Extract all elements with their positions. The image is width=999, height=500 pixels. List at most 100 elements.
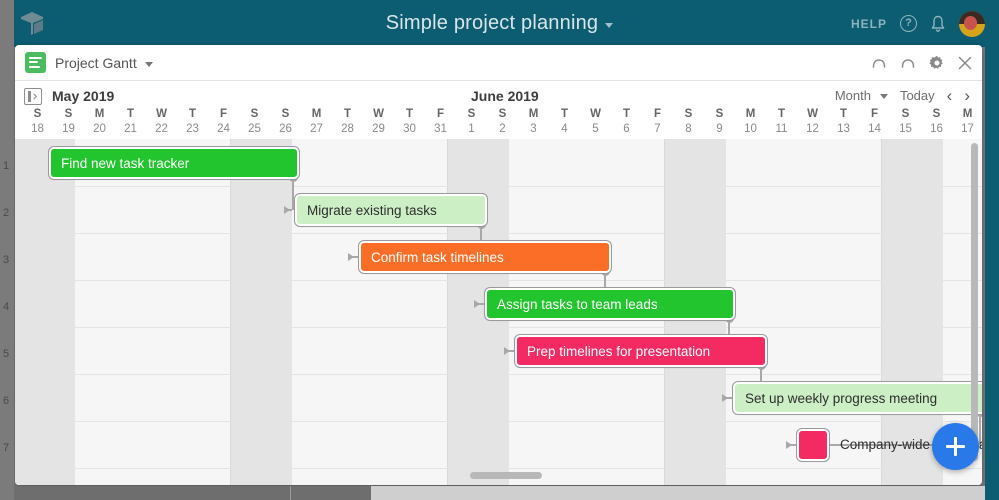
add-task-button[interactable] xyxy=(932,423,979,470)
week-gridline xyxy=(446,139,448,485)
row-number: 7 xyxy=(3,442,10,454)
day-column-31: F 31 xyxy=(425,107,456,137)
grid-column-28 xyxy=(322,139,354,485)
row-gridline xyxy=(15,233,982,234)
week-gridline xyxy=(229,139,231,485)
day-column-20: M 20 xyxy=(84,107,115,137)
day-number-label: 15 xyxy=(899,123,912,135)
day-number-label: 10 xyxy=(744,123,757,135)
vertical-scrollbar[interactable] xyxy=(971,143,978,461)
day-column-14: F 14 xyxy=(859,107,890,137)
task-bar[interactable]: Set up weekly progress meeting xyxy=(732,381,982,415)
panel-header-actions xyxy=(871,45,972,81)
day-number-label: 13 xyxy=(837,123,850,135)
grid-column-25 xyxy=(229,139,261,485)
task-bar[interactable] xyxy=(796,428,830,462)
undo-icon[interactable] xyxy=(871,56,887,70)
day-column-13: T 13 xyxy=(828,107,859,137)
gantt-panel: Project Gantt May 2019 June 2019 Month T… xyxy=(15,45,982,485)
day-of-week-label: W xyxy=(156,108,167,120)
chevron-down-icon[interactable] xyxy=(605,23,614,28)
day-number-label: 23 xyxy=(186,123,199,135)
task-bar[interactable]: Assign tasks to team leads xyxy=(484,287,736,321)
bell-icon[interactable] xyxy=(930,15,946,33)
grid-column-26 xyxy=(260,139,292,485)
day-number-label: 22 xyxy=(155,123,168,135)
task-bar-label: Assign tasks to team leads xyxy=(497,296,658,312)
grid-column-27 xyxy=(291,139,323,485)
chevron-down-icon[interactable] xyxy=(144,61,153,67)
day-of-week-label: M xyxy=(94,108,105,120)
close-icon[interactable] xyxy=(958,56,972,70)
day-number-label: 1 xyxy=(468,123,475,135)
day-of-week-label: M xyxy=(311,108,322,120)
month-label-june: June 2019 xyxy=(471,88,539,104)
row-gridline xyxy=(15,468,982,469)
page-scrollbar[interactable] xyxy=(0,486,999,500)
task-bar[interactable]: Migrate existing tasks xyxy=(294,193,488,227)
day-of-week-label: T xyxy=(126,108,135,120)
help-link[interactable]: HELP xyxy=(851,17,887,31)
cube-logo-icon[interactable] xyxy=(18,10,46,37)
day-column-30: T 30 xyxy=(394,107,425,137)
horizontal-scrollbar[interactable] xyxy=(470,472,542,479)
day-of-week-label: S xyxy=(684,108,693,120)
redo-icon[interactable] xyxy=(900,56,916,70)
day-number-label: 11 xyxy=(775,123,788,135)
day-of-week-label: T xyxy=(777,108,786,120)
page-scrollbar-thumb[interactable] xyxy=(0,486,371,500)
day-of-week-label: T xyxy=(405,108,414,120)
grid-column-11 xyxy=(756,139,788,485)
row-gridline xyxy=(15,280,982,281)
grid-column-15 xyxy=(880,139,912,485)
day-of-week-label: S xyxy=(715,108,724,120)
task-bar-label: Prep timelines for presentation xyxy=(527,343,711,359)
question-circle-icon[interactable]: ? xyxy=(900,15,917,32)
day-number-label: 7 xyxy=(654,123,661,135)
day-column-29: W 29 xyxy=(363,107,394,137)
today-button[interactable]: Today xyxy=(900,88,935,103)
zoom-level-select[interactable]: Month xyxy=(835,88,888,103)
task-bar[interactable]: Find new task tracker xyxy=(48,146,300,180)
month-label-may: May 2019 xyxy=(52,88,115,104)
day-column-5: W5 xyxy=(580,107,611,137)
dependency-vline xyxy=(292,179,294,210)
day-number-label: 5 xyxy=(592,123,599,135)
row-gridline xyxy=(15,327,982,328)
day-column-25: S 25 xyxy=(239,107,270,137)
day-column-28: T 28 xyxy=(332,107,363,137)
gantt-grid[interactable]: Find new task tracker Migrate existing ta… xyxy=(15,139,982,485)
dependency-arrow-icon xyxy=(504,346,510,355)
day-number-label: 2 xyxy=(499,123,506,135)
row-number-gutter: 1 2 3 4 5 6 7 xyxy=(0,0,14,500)
day-number-label: 12 xyxy=(806,123,819,135)
gear-icon[interactable] xyxy=(929,55,945,71)
collapse-panel-icon[interactable] xyxy=(24,88,42,105)
day-number-label: 17 xyxy=(961,123,974,135)
day-of-week-label: M xyxy=(962,108,973,120)
day-column-10: M 10 xyxy=(735,107,766,137)
chevron-right-icon[interactable]: › xyxy=(964,87,970,104)
task-bar[interactable]: Confirm task timelines xyxy=(358,240,612,274)
grid-column-22 xyxy=(136,139,168,485)
avatar[interactable] xyxy=(959,10,985,37)
day-column-9: S9 xyxy=(704,107,735,137)
day-number-label: 25 xyxy=(248,123,261,135)
day-of-week-label: W xyxy=(590,108,601,120)
app-root: Simple project planning HELP ? Project G… xyxy=(0,0,999,500)
day-number-label: 6 xyxy=(623,123,630,135)
day-number-label: 31 xyxy=(434,123,447,135)
day-of-week-label: S xyxy=(932,108,941,120)
grid-column-1 xyxy=(446,139,478,485)
day-column-27: M 27 xyxy=(301,107,332,137)
day-of-week-label: W xyxy=(373,108,384,120)
chevron-left-icon[interactable]: ‹ xyxy=(947,87,953,104)
gantt-doc-icon xyxy=(25,52,46,73)
day-of-week-label: S xyxy=(250,108,259,120)
row-gridline xyxy=(15,374,982,375)
day-column-19: S 19 xyxy=(53,107,84,137)
day-column-15: S 15 xyxy=(890,107,921,137)
day-of-week-label: T xyxy=(560,108,569,120)
task-bar[interactable]: Prep timelines for presentation xyxy=(514,334,768,368)
app-title-group: Simple project planning xyxy=(0,0,999,47)
